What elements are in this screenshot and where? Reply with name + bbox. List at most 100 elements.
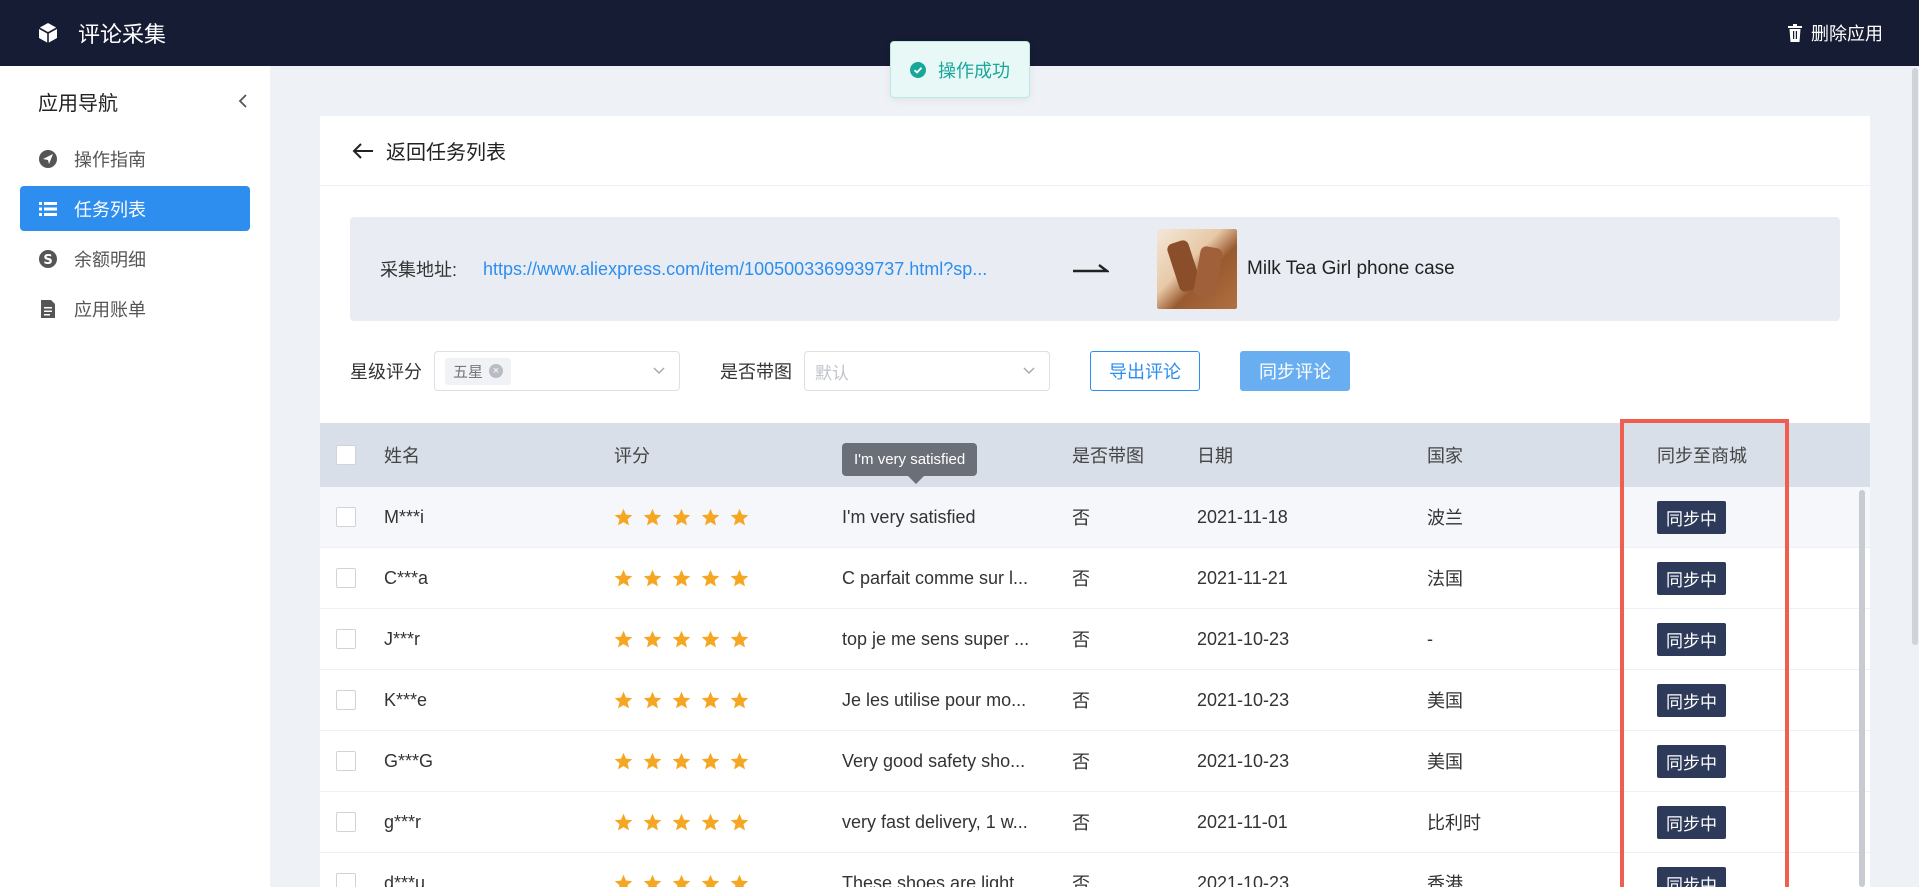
- star-icon: [643, 691, 662, 708]
- star-icon: [643, 630, 662, 647]
- cell-rating: [614, 874, 842, 887]
- sidebar-item-task-list[interactable]: 任务列表: [20, 186, 250, 231]
- table-row[interactable]: K***e Je les utilise pour mo... 否 2021-10-2…: [320, 670, 1870, 731]
- cell-date: 2021-10-23: [1197, 628, 1290, 649]
- cell-date: 2021-10-23: [1197, 689, 1290, 710]
- export-comments-button[interactable]: 导出评论: [1090, 351, 1200, 391]
- cell-name: M***i: [384, 506, 425, 527]
- svg-text:S: S: [43, 253, 52, 268]
- cell-content[interactable]: very fast delivery, 1 w...: [842, 812, 1072, 833]
- star-icon: [701, 691, 720, 708]
- page-scrollbar[interactable]: [1912, 68, 1918, 645]
- col-header-date: 日期: [1197, 446, 1233, 466]
- star-icon: [672, 752, 691, 769]
- row-checkbox[interactable]: [336, 568, 356, 588]
- delete-app-label: 删除应用: [1811, 24, 1883, 44]
- sidebar-item-label: 操作指南: [74, 149, 146, 170]
- row-checkbox[interactable]: [336, 812, 356, 832]
- product-thumbnail: [1157, 229, 1238, 309]
- table-row[interactable]: J***r top je me sens super ... 否 2021-10-23…: [320, 609, 1870, 670]
- sidebar-heading: 应用导航: [38, 92, 118, 115]
- row-checkbox[interactable]: [336, 690, 356, 710]
- star-icon: [730, 569, 749, 586]
- star-icon: [614, 752, 633, 769]
- content-tooltip: I'm very satisfied: [842, 443, 978, 484]
- cell-country: -: [1427, 628, 1433, 649]
- cell-country: 比利时: [1427, 813, 1481, 833]
- delete-app-button[interactable]: 删除应用: [1787, 20, 1883, 46]
- sidebar-item-guide[interactable]: 操作指南: [20, 136, 250, 181]
- star-icon: [614, 508, 633, 525]
- star-icon: [643, 813, 662, 830]
- col-header-has-image: 是否带图: [1072, 446, 1144, 466]
- sidebar-item-bills[interactable]: 应用账单: [20, 286, 250, 331]
- row-checkbox[interactable]: [336, 507, 356, 527]
- source-url-link[interactable]: https://www.aliexpress.com/item/10050033…: [483, 259, 1013, 280]
- cell-country: 美国: [1427, 691, 1463, 711]
- check-circle-icon: [910, 61, 926, 78]
- cell-content[interactable]: top je me sens super ...: [842, 629, 1072, 650]
- rating-filter-label: 星级评分: [350, 362, 422, 382]
- cell-country: 法国: [1427, 569, 1463, 589]
- star-icon: [730, 508, 749, 525]
- sidebar-item-label: 应用账单: [74, 299, 146, 320]
- dollar-icon: S: [39, 249, 57, 268]
- cell-content[interactable]: Very good safety sho...: [842, 751, 1072, 772]
- arrow-right-icon: [1073, 264, 1110, 273]
- select-all-checkbox[interactable]: [336, 445, 356, 465]
- table-scrollbar[interactable]: [1859, 490, 1865, 887]
- sidebar-item-label: 任务列表: [74, 199, 146, 220]
- cell-date: 2021-11-18: [1197, 506, 1288, 527]
- sync-status-badge: 同步中: [1657, 805, 1726, 839]
- cell-rating: [614, 508, 842, 527]
- cell-content[interactable]: Je les utilise pour mo...: [842, 690, 1072, 711]
- star-icon: [701, 630, 720, 647]
- sync-status-badge: 同步中: [1657, 683, 1726, 717]
- comments-table: 姓名 评分 内容 是否带图 日期 国家 同步至商城 M***i I'm very …: [320, 423, 1870, 887]
- cell-country: 香港: [1427, 874, 1463, 887]
- close-icon[interactable]: ×: [489, 364, 504, 378]
- rating-select[interactable]: 五星 ×: [434, 351, 680, 391]
- cell-country: 波兰: [1427, 508, 1463, 528]
- cell-name: J***r: [384, 628, 421, 649]
- table-row[interactable]: G***G Very good safety sho... 否 2021-10-23 美…: [320, 731, 1870, 792]
- cell-name: K***e: [384, 689, 428, 710]
- chevron-down-icon: [1023, 367, 1035, 375]
- row-checkbox[interactable]: [336, 751, 356, 771]
- app-title: 评论采集: [78, 22, 167, 47]
- cell-content[interactable]: C parfait comme sur l...: [842, 568, 1072, 589]
- back-to-task-list[interactable]: 返回任务列表: [320, 116, 1870, 186]
- cell-name: G***G: [384, 750, 434, 771]
- cell-has-image: 否: [1072, 691, 1090, 711]
- star-icon: [730, 752, 749, 769]
- table-row[interactable]: M***i I'm very satisfied 否 2021-11-18 波兰 同步中: [320, 487, 1870, 548]
- star-icon: [643, 752, 662, 769]
- star-icon: [672, 569, 691, 586]
- col-header-country: 国家: [1427, 446, 1463, 466]
- cell-date: 2021-10-23: [1197, 750, 1290, 771]
- chevron-left-icon[interactable]: [236, 94, 250, 108]
- star-icon: [643, 569, 662, 586]
- table-header: 姓名 评分 内容 是否带图 日期 国家 同步至商城: [320, 423, 1870, 487]
- row-checkbox[interactable]: [336, 629, 356, 649]
- sync-comments-button[interactable]: 同步评论: [1240, 351, 1350, 391]
- star-icon: [701, 813, 720, 830]
- image-select[interactable]: 默认: [804, 351, 1050, 391]
- chevron-down-icon: [653, 367, 665, 375]
- sidebar-item-balance[interactable]: S 余额明细: [20, 236, 250, 281]
- table-row[interactable]: C***a C parfait comme sur l... 否 2021-11-21…: [320, 548, 1870, 609]
- star-icon: [701, 874, 720, 887]
- cell-name: g***r: [384, 811, 422, 832]
- row-checkbox[interactable]: [336, 873, 356, 887]
- star-icon: [672, 874, 691, 887]
- table-row[interactable]: g***r very fast delivery, 1 w... 否 2021-11-…: [320, 792, 1870, 853]
- star-icon: [643, 874, 662, 887]
- cell-content[interactable]: These shoes are light...: [842, 873, 1072, 887]
- cell-country: 美国: [1427, 752, 1463, 772]
- table-row[interactable]: d***u These shoes are light... 否 2021-10-23…: [320, 853, 1870, 887]
- trash-icon: [1788, 24, 1802, 42]
- cell-rating: [614, 691, 842, 710]
- cell-content[interactable]: I'm very satisfied: [842, 507, 1072, 528]
- col-header-name: 姓名: [384, 446, 420, 466]
- star-icon: [672, 630, 691, 647]
